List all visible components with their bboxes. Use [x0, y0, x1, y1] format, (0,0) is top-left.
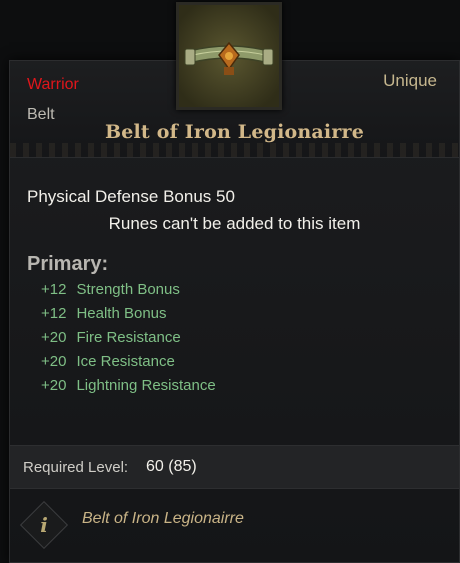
- affix-name: Strength Bonus: [76, 281, 180, 298]
- primary-affix-list: +12 Strength Bonus +12 Health Bonus +20 Fir…: [41, 281, 216, 401]
- runes-note: Runes can't be added to this item: [108, 214, 361, 233]
- affix-row: +12 Health Bonus: [41, 305, 216, 329]
- affix-name: Ice Resistance: [76, 353, 175, 370]
- affix-row: +20 Lightning Resistance: [41, 377, 216, 401]
- affix-name: Health Bonus: [76, 305, 167, 322]
- set-name: Belt of Iron Legionairre: [82, 510, 244, 527]
- affix-name: Fire Resistance: [76, 329, 181, 346]
- affix-value: +12: [41, 305, 67, 322]
- base-stat: Physical Defense Bonus 50: [27, 187, 235, 206]
- required-level-label: Required Level:: [23, 459, 129, 476]
- affix-name: Lightning Resistance: [76, 377, 216, 394]
- affix-value: +20: [41, 353, 67, 370]
- info-icon: i: [19, 500, 69, 550]
- tooltip-footer: i Belt of Iron Legionairre: [10, 488, 459, 562]
- affix-row: +20 Ice Resistance: [41, 353, 216, 377]
- affix-row: +12 Strength Bonus: [41, 281, 216, 305]
- info-glyph: i: [40, 513, 48, 537]
- belt-graphic: [179, 5, 279, 107]
- required-level-bar: Required Level: 60 (85): [10, 445, 459, 489]
- belt-icon: [176, 2, 282, 110]
- affix-value: +12: [41, 281, 67, 298]
- item-name: Belt of Iron Legionairre: [104, 121, 365, 143]
- affix-value: +20: [41, 329, 67, 346]
- class-restriction: Warrior: [27, 76, 79, 93]
- affix-value: +20: [41, 377, 67, 394]
- primary-section-title: Primary:: [27, 253, 109, 275]
- affix-row: +20 Fire Resistance: [41, 329, 216, 353]
- required-level-value: 60 (85): [146, 458, 197, 475]
- item-rarity: Unique: [383, 71, 437, 90]
- item-tooltip: Warrior Belt Unique Belt of Iron Legiona…: [9, 60, 460, 563]
